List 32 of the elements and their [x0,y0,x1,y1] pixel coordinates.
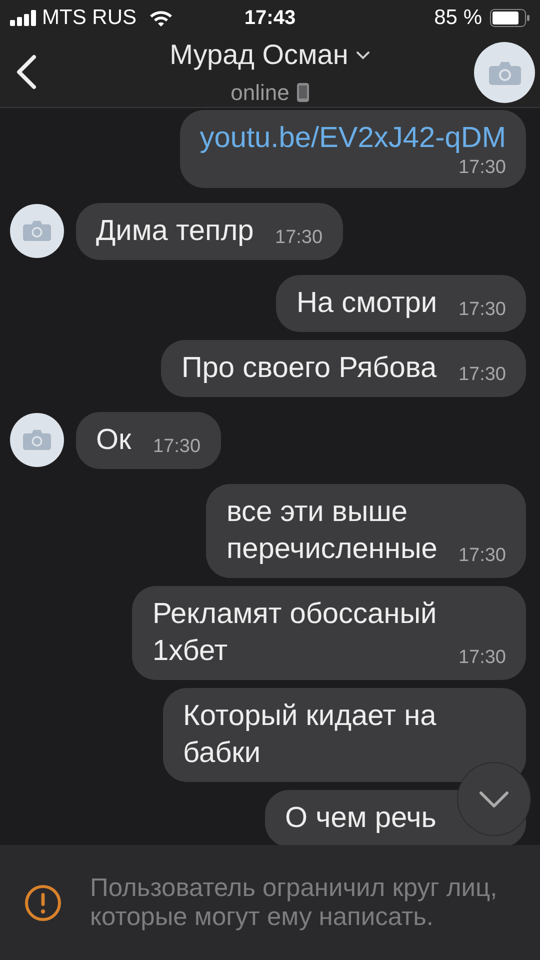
message-text: На смотри [296,286,438,321]
phone-icon [297,83,310,102]
wifi-icon [148,9,172,27]
carrier-name: MTS RUS [42,5,136,32]
sender-avatar[interactable] [10,412,64,466]
message-text: Ок [96,423,132,458]
chevron-down-icon[interactable] [479,790,509,808]
restriction-notice: Пользователь ограничил круг лиц, которые могут ему написать. [90,874,498,932]
battery-percent: 85 % [434,5,482,32]
message-text: Рекламят обоссаный 1хбет [152,597,438,669]
message-text: Дима теплр [96,214,255,249]
message-time: 17:30 [275,227,323,249]
online-status: online [230,79,290,107]
message-time: 17:30 [458,299,506,321]
warning-icon [24,884,62,922]
message-text: все эти выше перечисленные [226,495,438,567]
message-time: 17:30 [153,436,201,458]
caret-icon[interactable] [356,50,370,60]
battery-icon [490,9,530,27]
back-button[interactable] [14,52,38,92]
message-text: Про своего Рябова [181,351,438,386]
sender-avatar[interactable] [10,204,64,258]
clock-time: 17:43 [244,7,296,30]
message-time: 17:30 [458,157,506,179]
message-text: О чем речь [285,801,438,836]
message-time: 17:30 [458,545,506,567]
message-text: Который кидает на бабки [183,699,438,771]
message-time: 17:30 [458,364,506,386]
signal-icon [10,10,38,26]
message-link[interactable]: youtu.be/EV2xJ42-qDM [200,120,506,157]
contact-name[interactable]: Мурад Осман [170,34,348,76]
message-time: 17:30 [458,647,506,669]
